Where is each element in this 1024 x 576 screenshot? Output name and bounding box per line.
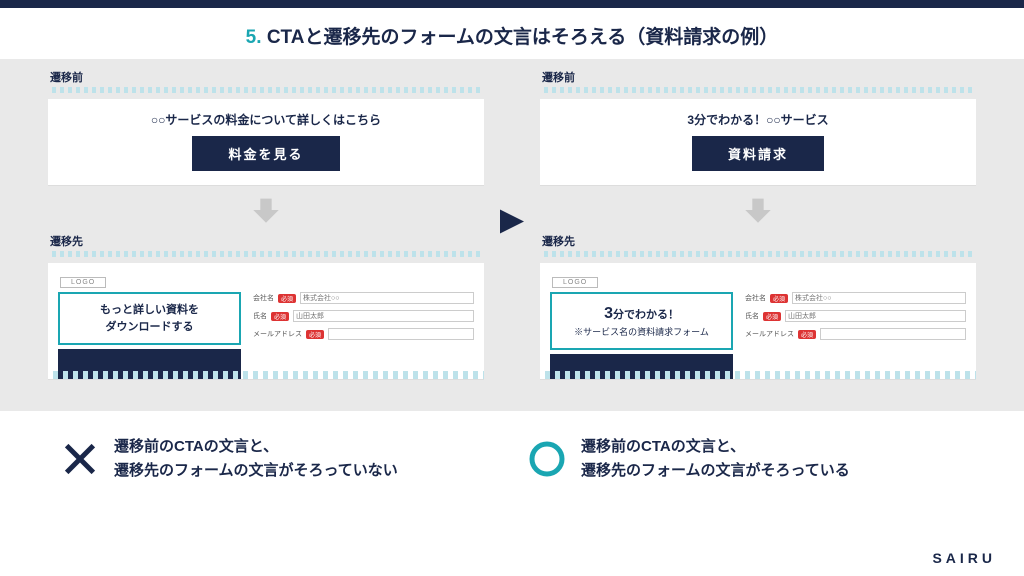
name-field[interactable]	[293, 310, 474, 322]
good-summary: 遷移前のCTAの文言と、 遷移先のフォームの文言がそろっている	[527, 435, 964, 483]
cta-lead-text: 3分でわかる！○○サービス	[558, 111, 958, 128]
after-label: 遷移先	[50, 233, 484, 249]
top-accent-bar	[0, 0, 1024, 8]
wave-divider	[48, 251, 484, 257]
bad-summary: 遷移前のCTAの文言と、 遷移先のフォームの文言がそろっていない	[60, 435, 497, 483]
brand-logo: SAIRU	[932, 550, 996, 566]
form-fields: 会社名必須 氏名必須 メールアドレス必須	[745, 292, 966, 379]
wave-divider	[540, 87, 976, 93]
form-headline-callout: もっと詳しい資料を ダウンロードする	[58, 292, 241, 345]
cross-icon	[60, 439, 100, 479]
name-field[interactable]	[785, 310, 966, 322]
title-text: CTAと遷移先のフォームの文言はそろえる（資料請求の例）	[267, 27, 779, 48]
cta-card-before: 3分でわかる！○○サービス 資料請求	[540, 99, 976, 185]
cta-lead-text: ○○サービスの料金について詳しくはこちら	[66, 111, 466, 128]
right-arrow-icon	[494, 204, 530, 245]
form-fields: 会社名必須 氏名必須 メールアドレス必須	[253, 292, 474, 379]
form-card-after: LOGO 3分でわかる！ ※サービス名の資料請求フォーム 会社名必須 氏名必須 …	[540, 263, 976, 379]
wave-divider	[48, 371, 484, 379]
title-number: 5.	[246, 27, 262, 48]
comparison-stage: 遷移前 ○○サービスの料金について詳しくはこちら 料金を見る 遷移先 LOGO …	[0, 59, 1024, 411]
form-headline-callout: 3分でわかる！ ※サービス名の資料請求フォーム	[550, 292, 733, 350]
form-card-after: LOGO もっと詳しい資料を ダウンロードする 会社名必須 氏名必須 メールアド…	[48, 263, 484, 379]
down-arrow-icon	[48, 193, 484, 227]
company-field[interactable]	[792, 292, 966, 304]
summary-footer: 遷移前のCTAの文言と、 遷移先のフォームの文言がそろっていない 遷移前のCTA…	[0, 411, 1024, 483]
bad-example-column: 遷移前 ○○サービスの料金について詳しくはこちら 料金を見る 遷移先 LOGO …	[48, 69, 484, 379]
email-field[interactable]	[820, 328, 966, 340]
circle-icon	[527, 439, 567, 479]
good-example-column: 遷移前 3分でわかる！○○サービス 資料請求 遷移先 LOGO 3分でわかる！ …	[540, 69, 976, 379]
cta-button[interactable]: 資料請求	[692, 136, 824, 171]
logo-placeholder: LOGO	[552, 277, 598, 288]
logo-placeholder: LOGO	[60, 277, 106, 288]
page-title: 5. CTAと遷移先のフォームの文言はそろえる（資料請求の例）	[0, 8, 1024, 59]
company-field[interactable]	[300, 292, 474, 304]
wave-divider	[48, 87, 484, 93]
before-label: 遷移前	[50, 69, 484, 85]
wave-divider	[540, 371, 976, 379]
down-arrow-icon	[540, 193, 976, 227]
wave-divider	[540, 251, 976, 257]
cta-button[interactable]: 料金を見る	[192, 136, 339, 171]
before-label: 遷移前	[542, 69, 976, 85]
email-field[interactable]	[328, 328, 474, 340]
after-label: 遷移先	[542, 233, 976, 249]
cta-card-before: ○○サービスの料金について詳しくはこちら 料金を見る	[48, 99, 484, 185]
